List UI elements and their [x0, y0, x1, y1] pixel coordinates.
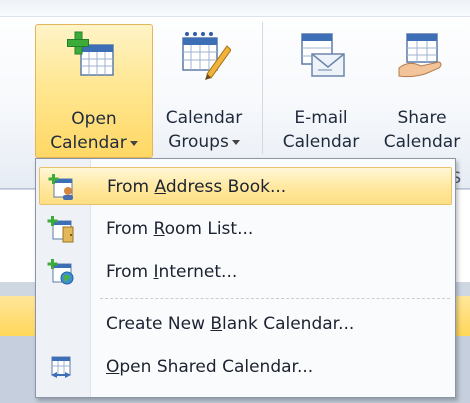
- menu-item-create-new-blank-calendar[interactable]: Create New Blank Calendar...: [39, 305, 452, 343]
- share-calendar-button[interactable]: Share Calendar: [374, 24, 470, 158]
- shared-calendar-icon: [51, 356, 71, 378]
- menu-item-open-shared-calendar[interactable]: Open Shared Calendar...: [39, 348, 452, 386]
- group-separator: [262, 22, 263, 154]
- chevron-down-icon: [129, 140, 138, 146]
- calendar-groups-label: Calendar Groups: [154, 106, 254, 154]
- open-calendar-line2: Calendar: [50, 133, 127, 153]
- calendar-groups-button[interactable]: Calendar Groups: [154, 24, 254, 158]
- share-calendar-label: Share Calendar: [374, 106, 470, 154]
- open-calendar-menu: From Address Book... From Room List... F…: [35, 158, 456, 398]
- menu-item-from-internet[interactable]: From Internet...: [39, 253, 452, 291]
- internet-calendar-icon: [47, 259, 74, 285]
- menu-item-label: From Address Book...: [107, 177, 287, 197]
- menu-item-from-address-book[interactable]: From Address Book...: [39, 167, 452, 205]
- calendar-groups-line2: Groups: [168, 132, 229, 152]
- email-calendar-icon: [301, 33, 345, 77]
- menu-item-label: From Room List...: [106, 219, 254, 239]
- menu-item-label: Create New Blank Calendar...: [106, 314, 355, 334]
- address-book-calendar-icon: [48, 174, 73, 200]
- calendar-groups-line1: Calendar: [165, 108, 243, 128]
- menu-item-from-room-list[interactable]: From Room List...: [39, 210, 452, 248]
- open-calendar-label: Open Calendar: [36, 107, 152, 155]
- chevron-down-icon: [231, 139, 240, 145]
- email-calendar-line2: Calendar: [282, 132, 360, 152]
- menu-item-label: From Internet...: [106, 262, 238, 282]
- share-calendar-line1: Share: [397, 108, 447, 128]
- email-calendar-line1: E-mail: [294, 108, 348, 128]
- share-calendar-line2: Calendar: [383, 132, 461, 152]
- share-calendar-icon: [398, 33, 442, 78]
- email-calendar-button[interactable]: E-mail Calendar: [272, 24, 370, 158]
- calendar-groups-icon: [182, 32, 231, 80]
- menu-item-label: Open Shared Calendar...: [106, 357, 314, 377]
- open-calendar-icon: [67, 31, 114, 76]
- open-calendar-line1: Open: [71, 109, 117, 129]
- email-calendar-label: E-mail Calendar: [272, 106, 370, 154]
- ribbon-tab-strip: [0, 0, 470, 17]
- room-list-calendar-icon: [47, 216, 74, 243]
- menu-separator: [100, 298, 450, 299]
- open-calendar-button[interactable]: Open Calendar: [35, 24, 153, 158]
